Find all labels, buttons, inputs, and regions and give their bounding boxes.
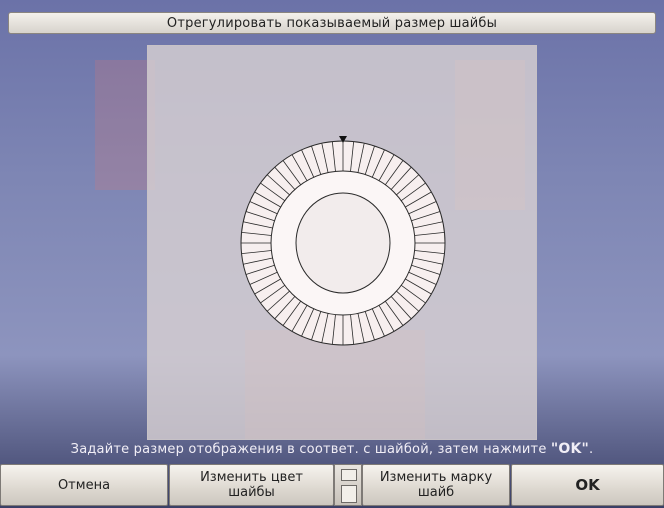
dialog-title-bar: Отрегулировать показываемый размер шайбы xyxy=(8,12,656,34)
toggle-lower-segment xyxy=(341,485,357,503)
change-color-button[interactable]: Изменить цвет шайбы xyxy=(169,464,334,506)
instruction-text: Задайте размер отображения в соответ. с … xyxy=(0,441,664,461)
instruction-suffix: . xyxy=(588,442,594,457)
washer-inner-hole xyxy=(295,192,391,294)
toggle-upper-segment xyxy=(341,469,357,481)
washer-preview-panel xyxy=(147,45,537,440)
change-brand-button-label: Изменить марку шайб xyxy=(379,470,493,500)
background-decoration-left xyxy=(95,60,155,190)
dialog-title: Отрегулировать показываемый размер шайбы xyxy=(166,15,498,31)
ok-button-label: OK xyxy=(575,475,600,494)
instruction-ok-word: "OK" xyxy=(550,441,589,457)
size-toggle-icon[interactable] xyxy=(334,464,362,506)
change-color-button-label: Изменить цвет шайбы xyxy=(200,470,303,500)
washer-diagram[interactable] xyxy=(148,46,538,441)
cancel-button[interactable]: Отмена xyxy=(0,464,168,506)
change-brand-button[interactable]: Изменить марку шайб xyxy=(362,464,510,506)
cancel-button-label: Отмена xyxy=(57,477,111,493)
ok-button[interactable]: OK xyxy=(511,464,664,506)
instruction-prefix: Задайте размер отображения в соответ. с … xyxy=(70,442,551,457)
